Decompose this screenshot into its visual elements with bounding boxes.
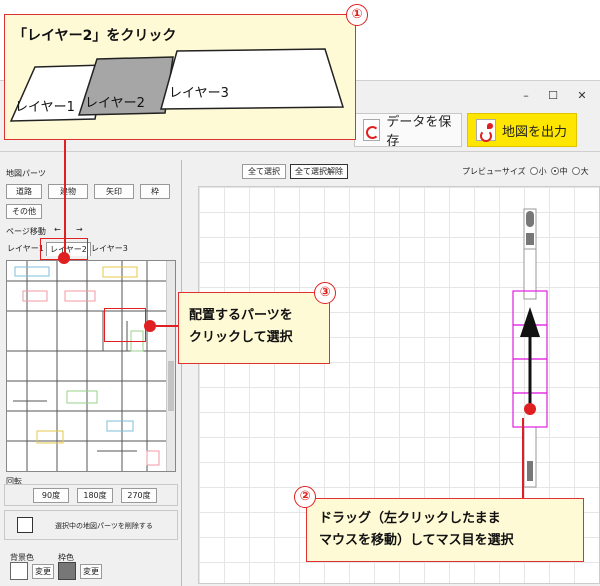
arrow-head-icon	[520, 307, 540, 337]
rotate-270-button[interactable]: 270度	[121, 488, 157, 503]
map-output-icon	[476, 119, 496, 142]
step2-connector	[522, 418, 524, 498]
page-next-icon[interactable]: →	[76, 225, 83, 234]
road-button[interactable]: 道路	[6, 184, 42, 199]
step3-dot	[144, 320, 156, 332]
layer-tabs: レイヤー1 レイヤー2 レイヤー3	[4, 242, 176, 256]
layer1-shape-label: レイヤー1	[15, 100, 75, 115]
step3-line1: 配置するパーツを	[189, 308, 293, 323]
save-data-button[interactable]: データを保存	[354, 113, 462, 149]
rotate-180-button[interactable]: 180度	[77, 488, 113, 503]
drag-start-dot	[524, 403, 536, 415]
road-cap	[526, 211, 534, 227]
size-small-radio[interactable]	[529, 167, 538, 175]
step1-dot	[58, 252, 70, 264]
parts-thumbnails[interactable]	[7, 261, 167, 472]
select-all-button[interactable]: 全て選択	[242, 164, 286, 179]
step2-line1: ドラッグ（左クリックしたまま	[319, 511, 501, 526]
layer2-shape-label: レイヤー2	[85, 96, 145, 111]
size-large-label: 大	[580, 167, 589, 176]
callout-step3: 配置するパーツを クリックして選択	[178, 292, 330, 364]
step3-line2: クリックして選択	[189, 330, 293, 345]
save-icon	[363, 119, 381, 141]
step1-connector	[64, 140, 66, 256]
page-prev-icon[interactable]: ←	[54, 225, 61, 234]
delete-checkbox[interactable]	[17, 517, 33, 533]
road-stripe	[526, 233, 534, 245]
bg-color-change-button[interactable]: 変更	[32, 564, 54, 579]
callout-step2: ドラッグ（左クリックしたまま マウスを移動）してマス目を選択	[306, 498, 584, 562]
layer3-shape-label: レイヤー3	[169, 86, 229, 101]
tab-layer3[interactable]: レイヤー3	[88, 242, 131, 256]
size-small-label: 小	[538, 167, 547, 176]
palette-scrollbar[interactable]	[166, 261, 175, 471]
road-stripe	[527, 461, 533, 481]
toolbar-divider	[0, 151, 600, 152]
step1-badge: ①	[346, 4, 368, 26]
bg-color-swatch	[10, 562, 28, 580]
delete-label: 選択中の地図パーツを削除する	[55, 522, 153, 530]
close-icon[interactable]: ✕	[572, 89, 592, 102]
other-button[interactable]: その他	[6, 204, 42, 219]
minimize-icon[interactable]: –	[516, 89, 536, 102]
left-panel: 地図パーツ 道路 建物 矢印 枠 その他 ページ移動 ← → レイヤー1 レイヤ…	[0, 160, 182, 586]
palette-scroll-thumb[interactable]	[168, 361, 174, 411]
step3-badge: ③	[314, 282, 336, 304]
step2-line2: マウスを移動）してマス目を選択	[319, 533, 514, 548]
maximize-icon[interactable]: ☐	[543, 89, 563, 102]
size-medium-label: 中	[559, 167, 568, 176]
step3-connector	[156, 325, 178, 327]
part-highlight	[104, 308, 146, 342]
step2-badge: ②	[294, 486, 316, 508]
save-data-label: データを保存	[386, 115, 452, 149]
preview-size-label: プレビューサイズ	[462, 167, 526, 176]
parts-title: 地図パーツ	[6, 169, 46, 178]
size-medium-radio[interactable]	[550, 167, 559, 175]
output-map-button[interactable]: 地図を出力	[467, 113, 577, 147]
page-move-label: ページ移動	[6, 227, 46, 236]
frame-button[interactable]: 枠	[140, 184, 170, 199]
layers-illustration: レイヤー1 レイヤー2 レイヤー3	[9, 48, 345, 122]
parts-palette[interactable]	[6, 260, 176, 472]
output-map-label: 地図を出力	[502, 124, 568, 140]
frame-color-change-button[interactable]: 変更	[80, 564, 102, 579]
frame-color-swatch	[58, 562, 76, 580]
rotate-90-button[interactable]: 90度	[33, 488, 69, 503]
arrow-button[interactable]: 矢印	[94, 184, 134, 199]
size-large-radio[interactable]	[571, 167, 580, 175]
rotate-group: 90度 180度 270度	[4, 484, 178, 506]
preview-size-control: プレビューサイズ 小 中 大	[462, 166, 589, 177]
callout-step1: 「レイヤー2」をクリック レイヤー1 レイヤー2 レイヤー3	[4, 14, 356, 140]
deselect-all-button[interactable]: 全て選択解除	[290, 164, 348, 179]
building-button[interactable]: 建物	[48, 184, 88, 199]
delete-group: 選択中の地図パーツを削除する	[4, 510, 178, 540]
